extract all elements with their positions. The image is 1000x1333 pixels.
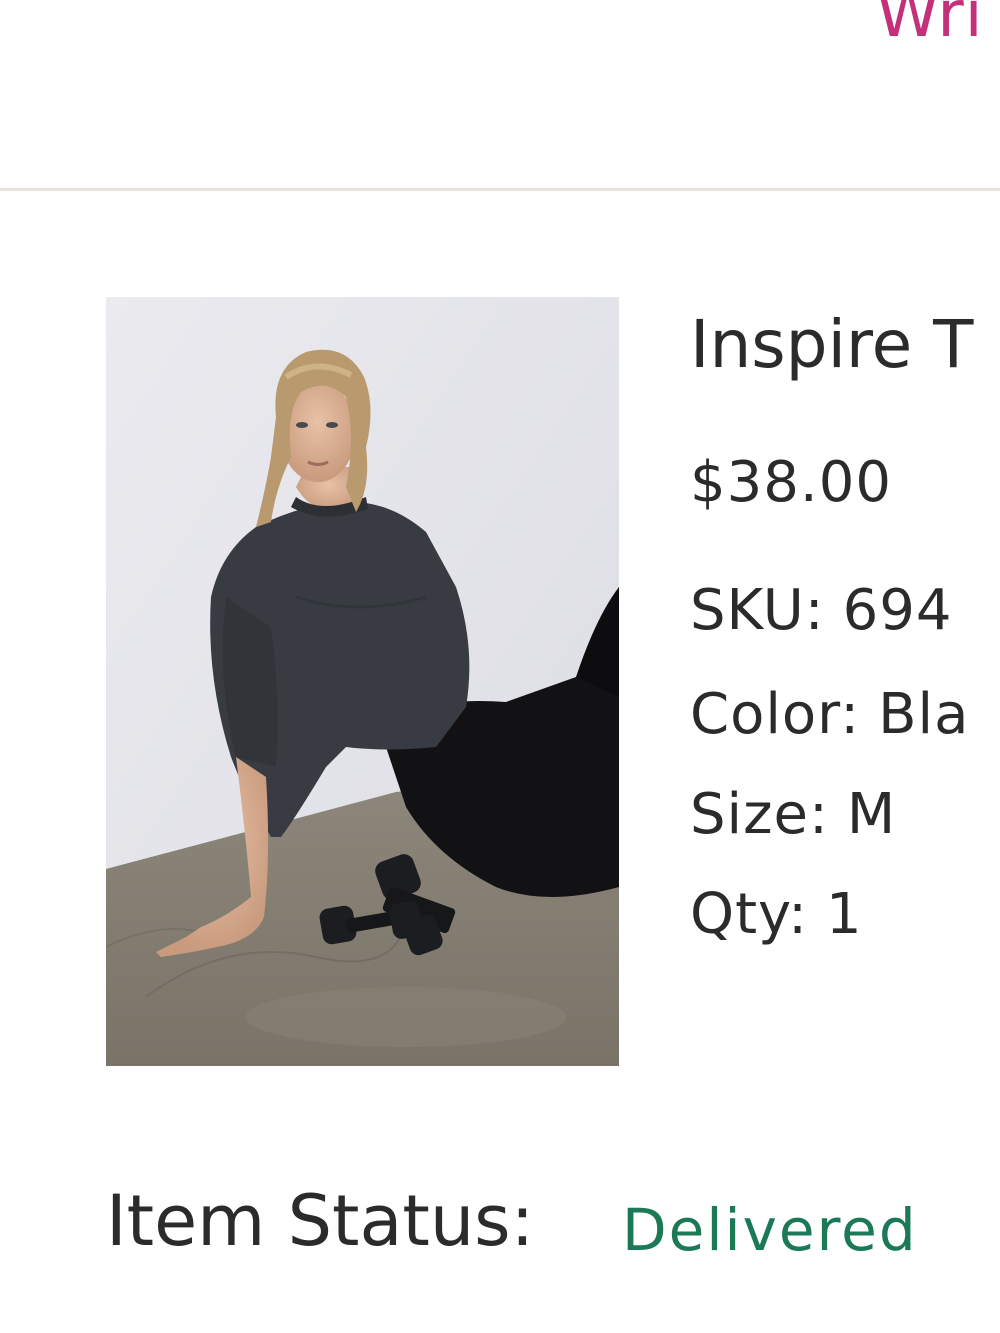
product-sku: SKU: 694 xyxy=(690,578,953,643)
order-item-page: Wri Inspire T $38.00 SKU: 694 Color: Bla… xyxy=(0,0,1000,1333)
product-name[interactable]: Inspire T xyxy=(690,306,974,383)
sku-label: SKU: xyxy=(690,578,825,643)
product-price: $38.00 xyxy=(690,450,892,515)
product-photo xyxy=(106,297,619,1066)
item-status-value: Delivered xyxy=(622,1196,918,1264)
header-divider xyxy=(0,188,1000,191)
color-value: Bla xyxy=(878,682,970,747)
item-status-label: Item Status: xyxy=(106,1180,535,1262)
size-label: Size: xyxy=(690,782,829,847)
product-color: Color: Bla xyxy=(690,682,969,747)
qty-label: Qty: xyxy=(690,882,808,947)
size-value: M xyxy=(846,782,897,847)
product-quantity: Qty: 1 xyxy=(690,882,863,947)
color-label: Color: xyxy=(690,682,861,747)
product-size: Size: M xyxy=(690,782,896,847)
qty-value: 1 xyxy=(825,882,863,947)
product-image[interactable] xyxy=(106,297,619,1066)
sku-value: 694 xyxy=(842,578,953,643)
header-link[interactable]: Wri xyxy=(876,0,984,52)
